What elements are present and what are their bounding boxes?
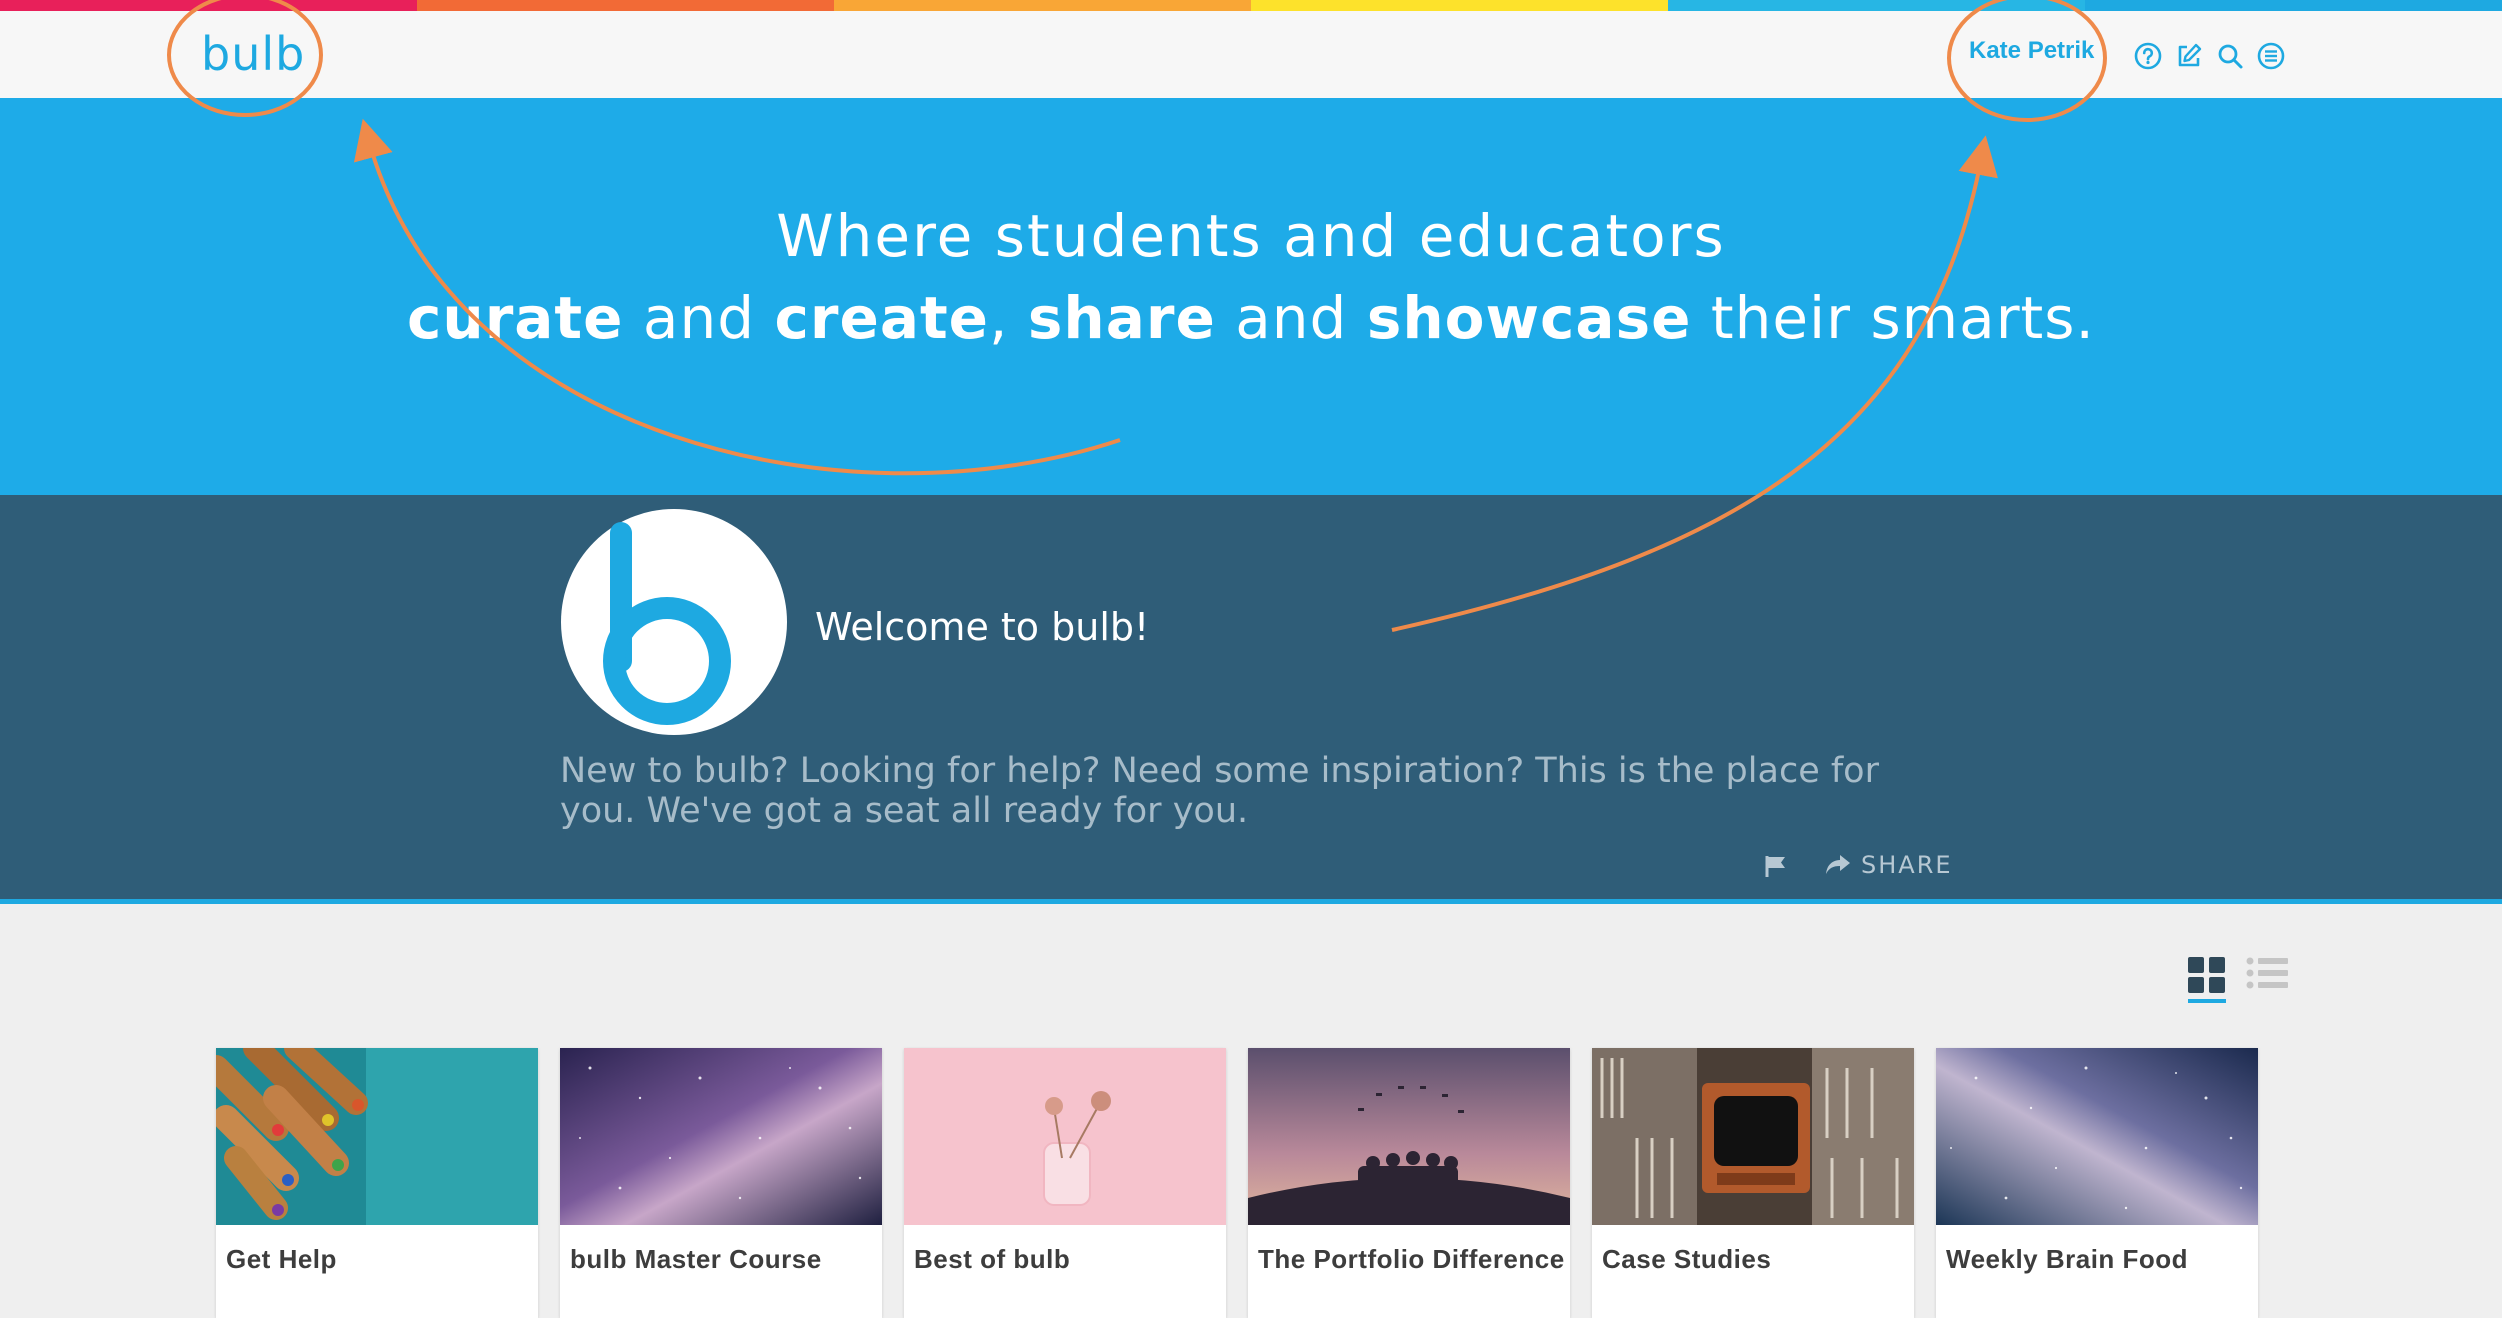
share-button[interactable]: SHARE [1825,851,1953,879]
card-title: Case Studies [1602,1244,1772,1274]
collection-card[interactable]: Case Studies [1592,1048,1914,1318]
hero-subheadline: curate and create, share and showcase th… [0,284,2502,352]
card-title: Weekly Brain Food [1946,1244,2189,1274]
bulb-b-logo-icon [603,522,731,725]
collection-card[interactable]: bulb Master Course [560,1048,882,1318]
search-icon[interactable] [2215,41,2245,71]
card-title: The Portfolio Difference [1258,1244,1565,1274]
card-title: bulb Master Course [570,1244,822,1274]
collection-card[interactable]: Get Help [216,1048,538,1318]
list-view-icon[interactable] [2246,957,2288,991]
hero-text: their smarts. [1691,284,2095,352]
edit-icon[interactable] [2174,41,2204,71]
grid-view-icon[interactable] [2188,957,2226,1003]
hero-text: and [1215,284,1367,352]
menu-icon[interactable] [2256,41,2286,71]
user-name-link[interactable]: Kate Petrik [1969,37,2094,65]
hero-text: and [623,284,775,352]
hero-banner: Where students and educators curate and … [0,98,2502,495]
rainbow-segment [2085,0,2502,11]
top-header: bulb Kate Petrik [0,11,2502,98]
welcome-description: New to bulb? Looking for help? Need some… [560,751,1879,831]
rainbow-segment [834,0,1251,11]
collection-avatar [561,509,787,735]
rainbow-segment [1668,0,2085,11]
rainbow-segment [1251,0,1668,11]
hero-text: , [989,284,1028,352]
card-image-galaxy [560,1048,882,1225]
card-image-colored-pencils [216,1048,538,1225]
flag-icon[interactable] [1763,853,1789,879]
card-image-galaxy [1936,1048,2258,1225]
rainbow-segment [417,0,834,11]
help-icon[interactable] [2133,41,2163,71]
share-label: SHARE [1861,851,1953,879]
section-divider [0,899,2502,904]
rainbow-segment [0,0,417,11]
welcome-title: Welcome to bulb! [815,605,1150,649]
hero-word-showcase: showcase [1366,284,1692,352]
share-arrow-icon [1826,855,1850,874]
hero-word-share: share [1027,284,1216,352]
bulb-logo[interactable]: bulb [201,27,305,81]
card-image-retro-tv [1592,1048,1914,1225]
hero-word-create: create [774,284,990,352]
hero-headline: Where students and educators [776,202,1726,270]
rainbow-strip [0,0,2502,11]
card-image-graduation-sunset [1248,1048,1570,1225]
collection-card[interactable]: Best of bulb [904,1048,1226,1318]
card-title: Best of bulb [914,1244,1071,1274]
collection-card[interactable]: The Portfolio Difference [1248,1048,1570,1318]
card-image-flower-jar [904,1048,1226,1225]
collection-card[interactable]: Weekly Brain Food [1936,1048,2258,1318]
card-title: Get Help [226,1244,337,1274]
hero-word-curate: curate [407,284,624,352]
welcome-section: Welcome to bulb! New to bulb? Looking fo… [0,495,2502,899]
